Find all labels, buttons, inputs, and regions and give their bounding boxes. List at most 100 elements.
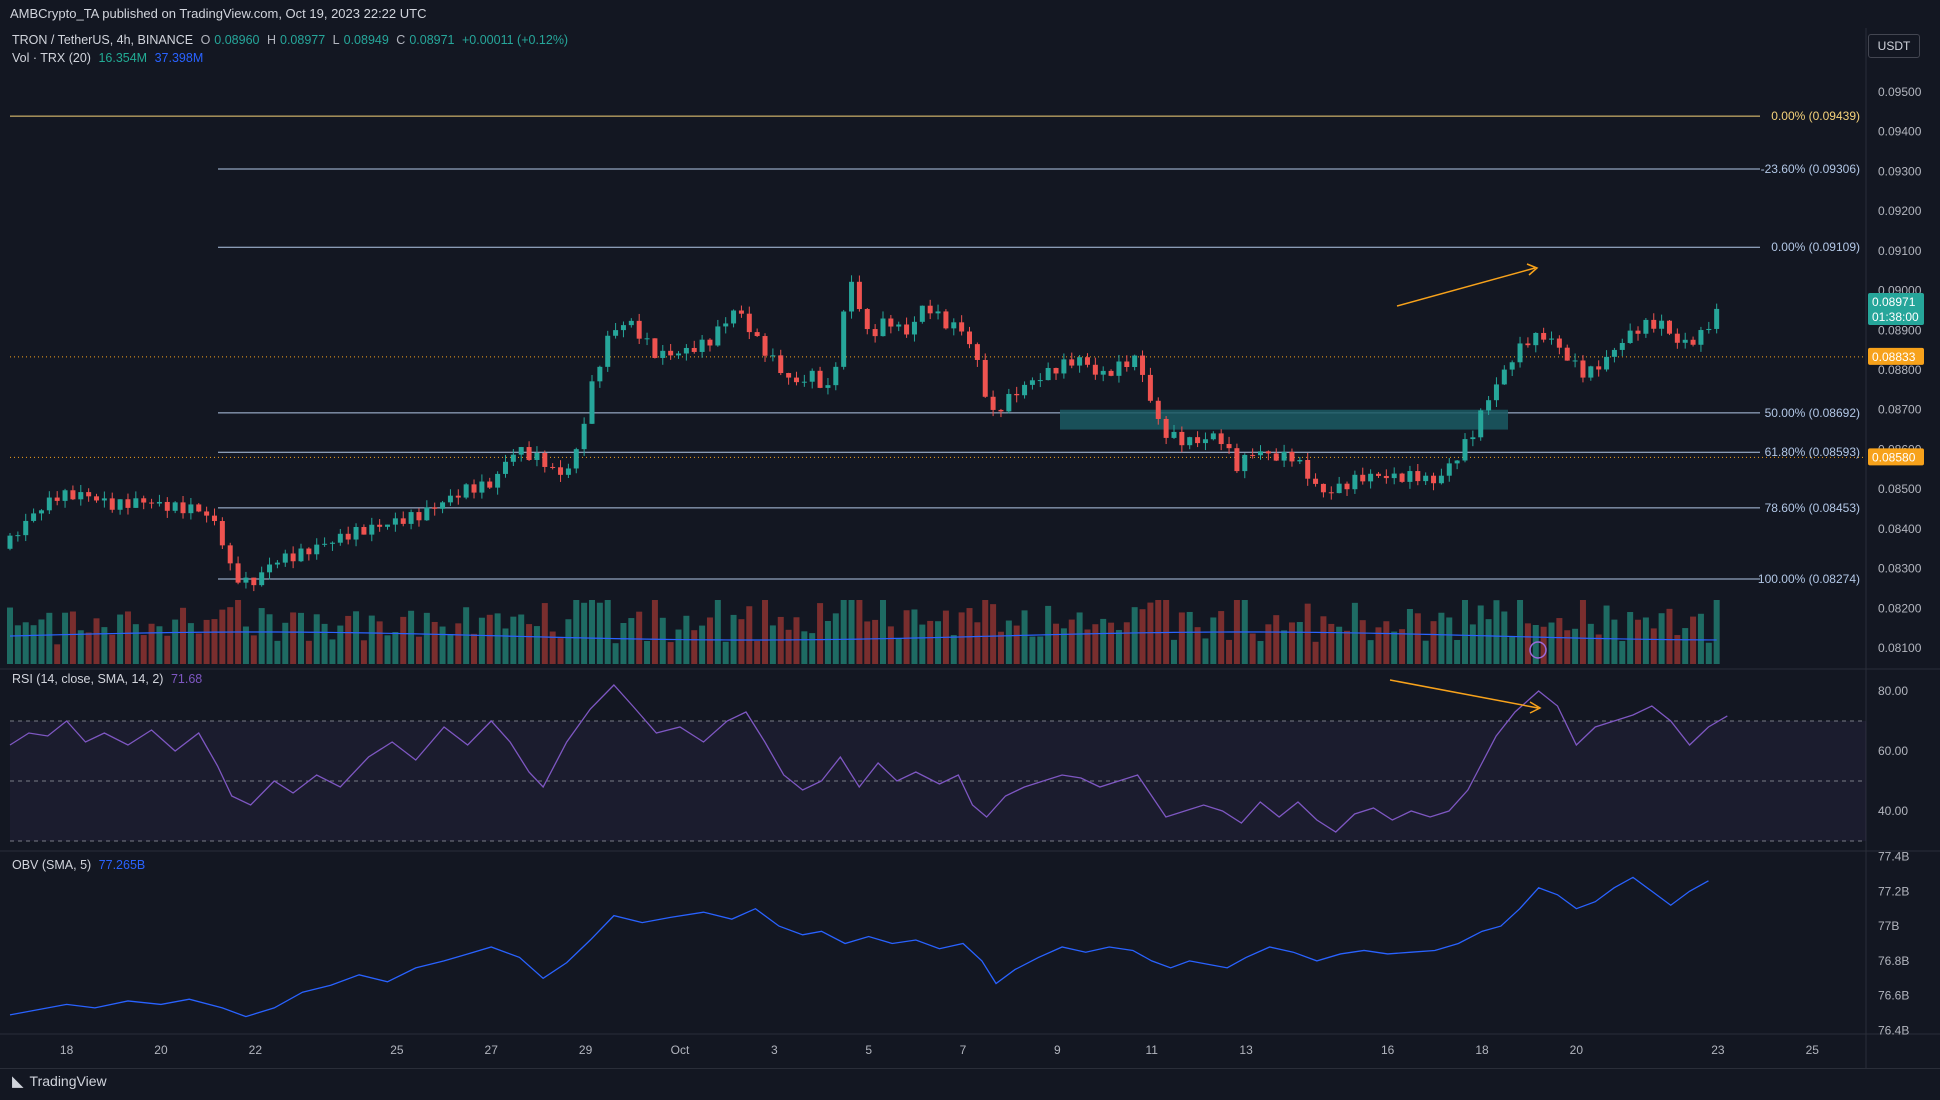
volume-bar [250,635,257,664]
rsi-label[interactable]: RSI (14, close, SMA, 14, 2) [12,672,163,686]
volume-bar [439,626,446,664]
candle-body [1674,333,1680,343]
obv-label[interactable]: OBV (SMA, 5) [12,858,91,872]
volume-bar [927,620,934,664]
candle-body [1596,366,1602,370]
candle-body [1195,437,1201,444]
candle-body [652,338,658,358]
candle-body [1627,330,1633,343]
volume-bar [117,614,124,664]
brand-label: TradingView [29,1073,107,1089]
fib-level-label: 100.00% (0.08274) [1758,572,1860,586]
candle-body [770,355,776,357]
candle-body [1100,370,1106,375]
volume-bar [644,640,651,664]
candle-body [1391,473,1397,479]
volume-bar [431,621,438,664]
candle-body [841,311,847,367]
candle-body [361,527,367,535]
candle-body [951,322,957,329]
candle-body [1588,366,1594,378]
volume-bar [1572,628,1579,664]
candle-body [1572,360,1578,362]
candle-body [1084,357,1090,365]
candle-body [109,498,115,510]
volume-bar [494,613,501,664]
obv-tick-label: 77.4B [1878,849,1909,863]
candle-body [424,507,430,521]
price-tick-label: 0.09300 [1878,164,1922,178]
candle-body [565,468,571,475]
volume-bar [518,614,525,664]
candle-body [1383,475,1389,479]
candle-body [125,499,131,508]
candle-body [1706,328,1712,331]
symbol-title[interactable]: TRON / TetherUS, 4h, BINANCE [12,33,193,47]
chart-canvas[interactable]: 18 20 22 25 27 29 Oct 3 5 7 9 11 13 16 18 20 23 25 0.09500… [0,0,1940,1099]
candle-body [70,490,76,500]
volume-bar [974,622,981,664]
volume-bar [1037,636,1044,664]
volume-bar [1013,625,1020,664]
time-tick-label: 20 [1570,1043,1584,1057]
volume-bar [581,602,588,664]
low-value: 0.08949 [343,33,389,47]
volume-bar [1406,608,1413,664]
candle-body [613,330,619,336]
candle-body [1258,451,1264,456]
volume-bar [353,611,360,664]
volume-bar [1005,620,1012,664]
candle-body [1698,330,1704,345]
obv-value: 77.265B [98,858,146,872]
candle-body [463,484,469,498]
volume-bar [1603,605,1610,664]
candle-body [1501,369,1507,385]
volume-bar [274,640,281,664]
volume-bar [1115,629,1122,664]
high-label: H [266,33,276,47]
obv-tick-label: 77.2B [1878,884,1909,898]
volume-bar [46,612,53,664]
candle-body [329,542,335,544]
candle-body [471,484,477,493]
candle-body [1486,400,1492,411]
candle-body [699,339,705,352]
volume-bar [22,622,29,664]
volume-bar [604,600,611,664]
candle-body [628,320,634,326]
candle-body [1305,459,1311,479]
volume-bar [62,612,69,664]
candle-body [1423,475,1429,482]
candle-body [1029,380,1035,385]
candle-body [1549,338,1555,340]
high-value: 0.08977 [280,33,326,47]
volume-bar [455,623,462,664]
volume-bar [612,643,619,664]
volume-bar [1076,612,1083,664]
tradingview-logo-icon: ◣ [12,1073,24,1090]
volume-bar [384,635,391,664]
time-tick-label: 11 [1146,1043,1159,1057]
volume-bar [54,644,61,664]
candle-body [1344,483,1350,490]
candle-body [911,321,917,335]
volume-bar [1579,600,1586,664]
currency-unit-button[interactable]: USDT [1868,34,1920,58]
candle-body [825,385,831,388]
volume-bar [691,630,698,664]
volume-bar [636,611,643,664]
rsi-tick-label: 80.00 [1878,684,1908,698]
tradingview-brand[interactable]: ◣ TradingView [12,1072,107,1090]
candle-body [1375,473,1381,476]
obv-tick-label: 76.8B [1878,954,1909,968]
candle-body [1116,361,1122,376]
volume-bar [864,621,871,664]
volume-label[interactable]: Vol · TRX (20) [12,51,91,65]
volume-bar [1461,600,1468,664]
candle-body [204,511,210,516]
candle-body [856,281,862,310]
volume-bar [1564,630,1571,664]
volume-bar [290,612,297,664]
candle-body [1124,361,1130,368]
candle-body [668,350,674,356]
